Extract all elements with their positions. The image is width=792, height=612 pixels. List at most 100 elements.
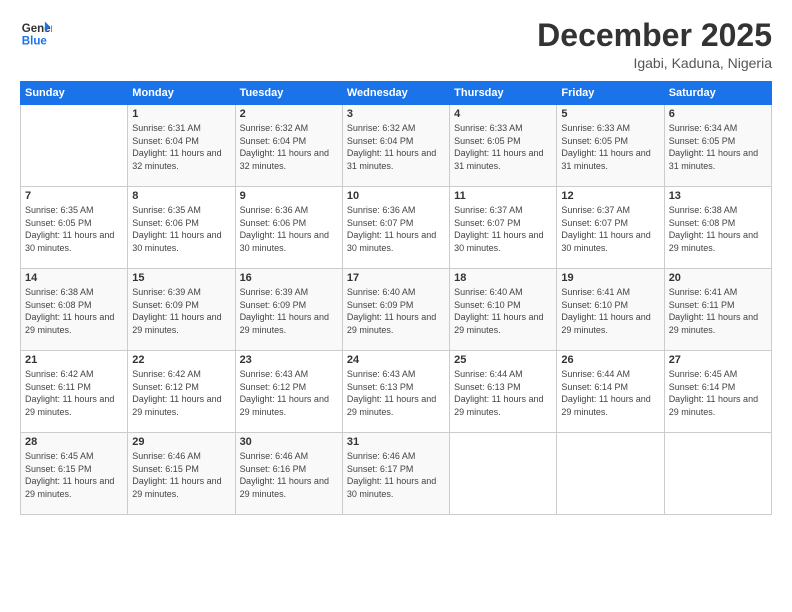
cell-info: Sunrise: 6:46 AMSunset: 6:16 PMDaylight:… [240,450,338,500]
cell-info: Sunrise: 6:41 AMSunset: 6:10 PMDaylight:… [561,286,659,336]
cell-info: Sunrise: 6:36 AMSunset: 6:07 PMDaylight:… [347,204,445,254]
calendar-cell: 29 Sunrise: 6:46 AMSunset: 6:15 PMDayligh… [128,433,235,515]
day-number: 24 [347,354,445,366]
calendar-cell: 31 Sunrise: 6:46 AMSunset: 6:17 PMDayligh… [342,433,449,515]
calendar-week-row: 21 Sunrise: 6:42 AMSunset: 6:11 PMDayligh… [21,351,772,433]
cell-info: Sunrise: 6:44 AMSunset: 6:14 PMDaylight:… [561,368,659,418]
cell-info: Sunrise: 6:37 AMSunset: 6:07 PMDaylight:… [454,204,552,254]
cell-info: Sunrise: 6:46 AMSunset: 6:17 PMDaylight:… [347,450,445,500]
cell-info: Sunrise: 6:32 AMSunset: 6:04 PMDaylight:… [240,122,338,172]
cell-info: Sunrise: 6:31 AMSunset: 6:04 PMDaylight:… [132,122,230,172]
day-number: 4 [454,108,552,120]
cell-info: Sunrise: 6:39 AMSunset: 6:09 PMDaylight:… [132,286,230,336]
calendar-cell: 13Sunrise: 6:38 AMSunset: 6:08 PMDayligh… [664,187,771,269]
calendar-cell [557,433,664,515]
day-number: 16 [240,272,338,284]
cell-info: Sunrise: 6:46 AMSunset: 6:15 PMDaylight:… [132,450,230,500]
day-number: 26 [561,354,659,366]
calendar-cell: 6Sunrise: 6:34 AMSunset: 6:05 PMDaylight… [664,105,771,187]
calendar-cell: 12 Sunrise: 6:37 AMSunset: 6:07 PMDayligh… [557,187,664,269]
day-number: 19 [561,272,659,284]
calendar-cell: 22 Sunrise: 6:42 AMSunset: 6:12 PMDayligh… [128,351,235,433]
day-number: 5 [561,108,659,120]
day-number: 8 [132,190,230,202]
weekday-header: Sunday [21,82,128,105]
calendar-cell [664,433,771,515]
calendar-week-row: 1 Sunrise: 6:31 AMSunset: 6:04 PMDaylight… [21,105,772,187]
day-number: 3 [347,108,445,120]
calendar-cell: 5 Sunrise: 6:33 AMSunset: 6:05 PMDaylight… [557,105,664,187]
cell-info: Sunrise: 6:40 AMSunset: 6:10 PMDaylight:… [454,286,552,336]
calendar-cell: 19 Sunrise: 6:41 AMSunset: 6:10 PMDayligh… [557,269,664,351]
day-number: 1 [132,108,230,120]
cell-info: Sunrise: 6:45 AMSunset: 6:14 PMDaylight:… [669,368,767,418]
cell-info: Sunrise: 6:35 AMSunset: 6:06 PMDaylight:… [132,204,230,254]
calendar-cell: 2 Sunrise: 6:32 AMSunset: 6:04 PMDaylight… [235,105,342,187]
day-number: 18 [454,272,552,284]
calendar-cell: 20Sunrise: 6:41 AMSunset: 6:11 PMDayligh… [664,269,771,351]
cell-info: Sunrise: 6:43 AMSunset: 6:13 PMDaylight:… [347,368,445,418]
cell-info: Sunrise: 6:42 AMSunset: 6:11 PMDaylight:… [25,368,123,418]
calendar-cell: 17Sunrise: 6:40 AMSunset: 6:09 PMDayligh… [342,269,449,351]
calendar-cell: 28Sunrise: 6:45 AMSunset: 6:15 PMDayligh… [21,433,128,515]
day-number: 7 [25,190,123,202]
logo: General Blue [20,18,52,50]
cell-info: Sunrise: 6:33 AMSunset: 6:05 PMDaylight:… [561,122,659,172]
calendar-week-row: 7 Sunrise: 6:35 AMSunset: 6:05 PMDaylight… [21,187,772,269]
calendar-cell: 11 Sunrise: 6:37 AMSunset: 6:07 PMDayligh… [450,187,557,269]
weekday-row: SundayMondayTuesdayWednesdayThursdayFrid… [21,82,772,105]
day-number: 27 [669,354,767,366]
cell-info: Sunrise: 6:38 AMSunset: 6:08 PMDaylight:… [669,204,767,254]
day-number: 25 [454,354,552,366]
header: General Blue December 2025 Igabi, Kaduna… [20,18,772,71]
cell-info: Sunrise: 6:37 AMSunset: 6:07 PMDaylight:… [561,204,659,254]
cell-info: Sunrise: 6:41 AMSunset: 6:11 PMDaylight:… [669,286,767,336]
day-number: 30 [240,436,338,448]
cell-info: Sunrise: 6:38 AMSunset: 6:08 PMDaylight:… [25,286,123,336]
day-number: 6 [669,108,767,120]
cell-info: Sunrise: 6:42 AMSunset: 6:12 PMDaylight:… [132,368,230,418]
day-number: 22 [132,354,230,366]
svg-text:Blue: Blue [22,36,48,48]
location: Igabi, Kaduna, Nigeria [537,55,772,71]
day-number: 29 [132,436,230,448]
calendar-cell: 4 Sunrise: 6:33 AMSunset: 6:05 PMDaylight… [450,105,557,187]
calendar-cell: 18 Sunrise: 6:40 AMSunset: 6:10 PMDayligh… [450,269,557,351]
calendar-cell [450,433,557,515]
weekday-header: Wednesday [342,82,449,105]
day-number: 12 [561,190,659,202]
title-area: December 2025 Igabi, Kaduna, Nigeria [537,18,772,71]
cell-info: Sunrise: 6:35 AMSunset: 6:05 PMDaylight:… [25,204,123,254]
calendar-cell: 8 Sunrise: 6:35 AMSunset: 6:06 PMDaylight… [128,187,235,269]
calendar-cell: 26 Sunrise: 6:44 AMSunset: 6:14 PMDayligh… [557,351,664,433]
calendar-cell: 30 Sunrise: 6:46 AMSunset: 6:16 PMDayligh… [235,433,342,515]
calendar-cell: 23 Sunrise: 6:43 AMSunset: 6:12 PMDayligh… [235,351,342,433]
calendar-cell: 16 Sunrise: 6:39 AMSunset: 6:09 PMDayligh… [235,269,342,351]
calendar-week-row: 14 Sunrise: 6:38 AMSunset: 6:08 PMDayligh… [21,269,772,351]
calendar-cell: 1 Sunrise: 6:31 AMSunset: 6:04 PMDaylight… [128,105,235,187]
cell-info: Sunrise: 6:44 AMSunset: 6:13 PMDaylight:… [454,368,552,418]
calendar-cell: 3 Sunrise: 6:32 AMSunset: 6:04 PMDaylight… [342,105,449,187]
calendar-cell [21,105,128,187]
day-number: 2 [240,108,338,120]
calendar-page: General Blue December 2025 Igabi, Kaduna… [0,0,792,612]
calendar-body: 1 Sunrise: 6:31 AMSunset: 6:04 PMDaylight… [21,105,772,515]
cell-info: Sunrise: 6:40 AMSunset: 6:09 PMDaylight:… [347,286,445,336]
day-number: 31 [347,436,445,448]
cell-info: Sunrise: 6:43 AMSunset: 6:12 PMDaylight:… [240,368,338,418]
calendar-week-row: 28Sunrise: 6:45 AMSunset: 6:15 PMDayligh… [21,433,772,515]
day-number: 9 [240,190,338,202]
month-title: December 2025 [537,18,772,53]
day-number: 21 [25,354,123,366]
weekday-header: Tuesday [235,82,342,105]
calendar-cell: 27 Sunrise: 6:45 AMSunset: 6:14 PMDayligh… [664,351,771,433]
day-number: 23 [240,354,338,366]
weekday-header: Friday [557,82,664,105]
calendar-table: SundayMondayTuesdayWednesdayThursdayFrid… [20,81,772,515]
weekday-header: Thursday [450,82,557,105]
day-number: 11 [454,190,552,202]
cell-info: Sunrise: 6:33 AMSunset: 6:05 PMDaylight:… [454,122,552,172]
cell-info: Sunrise: 6:32 AMSunset: 6:04 PMDaylight:… [347,122,445,172]
cell-info: Sunrise: 6:39 AMSunset: 6:09 PMDaylight:… [240,286,338,336]
day-number: 14 [25,272,123,284]
